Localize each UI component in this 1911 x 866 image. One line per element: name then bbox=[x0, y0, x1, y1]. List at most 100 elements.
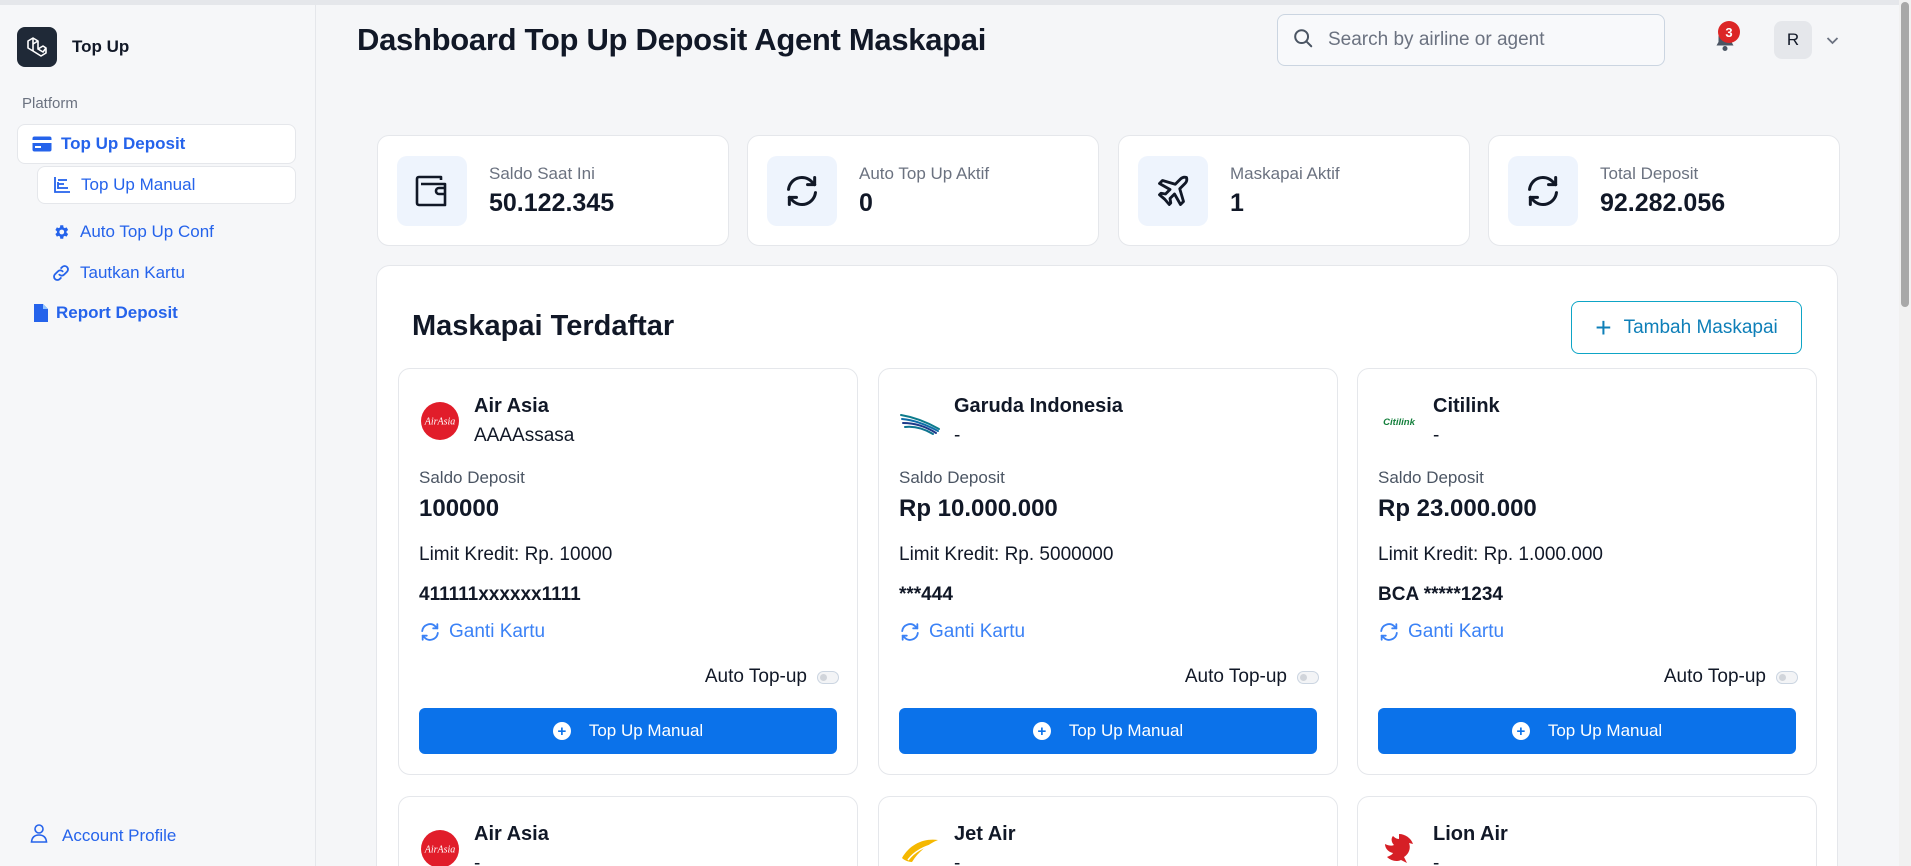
search-box[interactable] bbox=[1277, 14, 1665, 66]
lion-air-logo bbox=[1378, 828, 1420, 866]
airline-name: Garuda Indonesia bbox=[954, 395, 1123, 417]
change-card-link[interactable]: Ganti Kartu bbox=[1378, 621, 1504, 643]
chart-icon bbox=[51, 174, 73, 196]
airline-card: Jet Air - bbox=[878, 796, 1338, 866]
auto-topup-row: Auto Top-up bbox=[705, 666, 839, 688]
top-up-manual-button[interactable]: + Top Up Manual bbox=[419, 708, 837, 754]
citilink-logo: Citilink bbox=[1378, 400, 1420, 442]
auto-topup-row: Auto Top-up bbox=[1664, 666, 1798, 688]
sidebar-item-auto-top-up-conf[interactable]: Auto Top Up Conf bbox=[50, 221, 214, 243]
sidebar: Top Up Platform Top Up Deposit Top Up Ma… bbox=[0, 5, 316, 866]
account-profile-link[interactable]: Account Profile bbox=[30, 823, 176, 848]
document-icon bbox=[30, 302, 52, 324]
refresh-icon bbox=[421, 623, 439, 641]
auto-topup-label: Auto Top-up bbox=[704, 666, 807, 687]
sidebar-item-tautkan-kartu[interactable]: Tautkan Kartu bbox=[50, 262, 185, 284]
sidebar-item-label: Auto Top Up Conf bbox=[80, 222, 214, 241]
top-up-manual-label: Top Up Manual bbox=[588, 721, 704, 740]
user-icon bbox=[30, 823, 48, 848]
change-card-link[interactable]: Ganti Kartu bbox=[419, 621, 545, 643]
airline-card: Citilink Citilink - Saldo Deposit Rp 23.… bbox=[1357, 368, 1817, 775]
account-profile-label: Account Profile bbox=[62, 825, 177, 845]
svg-text:Citilink: Citilink bbox=[1383, 417, 1415, 428]
airline-card: AirAsia Air Asia AAAAssasa Saldo Deposit… bbox=[398, 368, 858, 775]
refresh-icon bbox=[1508, 156, 1578, 226]
refresh-icon bbox=[767, 156, 837, 226]
airline-card: Garuda Indonesia - Saldo Deposit Rp 10.0… bbox=[878, 368, 1338, 775]
auto-topup-label: Auto Top-up bbox=[1184, 666, 1287, 687]
airline-agent: - bbox=[1433, 853, 1440, 866]
add-airline-label: Tambah Maskapai bbox=[1623, 316, 1778, 338]
airasia-logo: AirAsia bbox=[419, 400, 461, 442]
stat-card-auto-top-up: Auto Top Up Aktif 0 bbox=[747, 135, 1099, 246]
card-number: 411111xxxxxx1111 bbox=[419, 584, 581, 605]
top-up-manual-button[interactable]: + Top Up Manual bbox=[899, 708, 1317, 754]
refresh-icon bbox=[1380, 623, 1398, 641]
stat-card-maskapai-aktif: Maskapai Aktif 1 bbox=[1118, 135, 1470, 246]
plus-circle-icon: + bbox=[1032, 722, 1051, 740]
search-input[interactable] bbox=[1328, 29, 1648, 51]
plus-circle-icon: + bbox=[1511, 722, 1530, 740]
airline-agent: - bbox=[1433, 425, 1440, 446]
airline-name: Air Asia bbox=[474, 395, 549, 417]
panel-title: Maskapai Terdaftar bbox=[412, 310, 675, 342]
saldo-value: 100000 bbox=[419, 495, 500, 522]
airline-name: Citilink bbox=[1433, 395, 1500, 417]
change-card-label: Ganti Kartu bbox=[929, 621, 1026, 642]
saldo-value: Rp 10.000.000 bbox=[899, 495, 1058, 522]
stat-label: Auto Top Up Aktif bbox=[859, 164, 990, 183]
credit-card-icon bbox=[31, 133, 53, 155]
card-number: ***444 bbox=[899, 584, 953, 605]
wallet-icon bbox=[397, 156, 467, 226]
stat-value: 92.282.056 bbox=[1600, 189, 1726, 217]
airline-agent: - bbox=[954, 853, 961, 866]
stat-label: Saldo Saat Ini bbox=[489, 164, 595, 183]
sidebar-item-label: Report Deposit bbox=[56, 303, 178, 322]
sidebar-item-label: Top Up Deposit bbox=[61, 134, 186, 153]
airline-name: Lion Air bbox=[1433, 823, 1508, 845]
airline-agent: - bbox=[954, 425, 961, 446]
sidebar-item-report-deposit[interactable]: Report Deposit bbox=[30, 302, 178, 324]
credit-limit: Limit Kredit: Rp. 10000 bbox=[419, 544, 613, 565]
airline-card: Lion Air - bbox=[1357, 796, 1817, 866]
saldo-label: Saldo Deposit bbox=[419, 468, 525, 487]
airline-card: AirAsia Air Asia - bbox=[398, 796, 858, 866]
auto-topup-toggle[interactable] bbox=[817, 670, 839, 684]
add-airline-button[interactable]: + Tambah Maskapai bbox=[1571, 301, 1802, 354]
top-up-manual-button[interactable]: + Top Up Manual bbox=[1378, 708, 1796, 754]
search-icon bbox=[1292, 27, 1314, 54]
sidebar-item-top-up-deposit[interactable]: Top Up Deposit bbox=[17, 124, 296, 164]
jet-air-logo bbox=[899, 828, 941, 866]
garuda-logo bbox=[899, 400, 941, 442]
saldo-label: Saldo Deposit bbox=[1378, 468, 1484, 487]
scrollbar-thumb[interactable] bbox=[1901, 2, 1909, 307]
gear-icon bbox=[50, 221, 72, 243]
sidebar-item-label: Top Up Manual bbox=[81, 175, 196, 194]
auto-topup-toggle[interactable] bbox=[1776, 670, 1798, 684]
avatar[interactable]: R bbox=[1774, 21, 1812, 59]
airline-agent: AAAAssasa bbox=[474, 425, 575, 446]
stat-value: 50.122.345 bbox=[489, 189, 615, 217]
notification-badge: 3 bbox=[1718, 21, 1740, 43]
top-up-manual-label: Top Up Manual bbox=[1068, 721, 1184, 740]
brand[interactable]: Top Up bbox=[17, 27, 129, 67]
refresh-icon bbox=[901, 623, 919, 641]
airline-agent: - bbox=[474, 853, 481, 866]
auto-topup-row: Auto Top-up bbox=[1185, 666, 1319, 688]
airline-name: Air Asia bbox=[474, 823, 549, 845]
plus-icon: + bbox=[1595, 311, 1612, 343]
auto-topup-toggle[interactable] bbox=[1297, 670, 1319, 684]
sidebar-item-label: Tautkan Kartu bbox=[80, 263, 185, 282]
change-card-link[interactable]: Ganti Kartu bbox=[899, 621, 1025, 643]
credit-limit: Limit Kredit: Rp. 1.000.000 bbox=[1378, 544, 1603, 565]
app-name: Top Up bbox=[72, 37, 130, 56]
chevron-down-icon[interactable] bbox=[1826, 32, 1839, 50]
app-logo-icon bbox=[17, 27, 57, 67]
card-number: BCA *****1234 bbox=[1378, 584, 1503, 605]
change-card-label: Ganti Kartu bbox=[449, 621, 546, 642]
page-title: Dashboard Top Up Deposit Agent Maskapai bbox=[357, 22, 987, 57]
sidebar-item-top-up-manual[interactable]: Top Up Manual bbox=[37, 166, 296, 204]
stat-label: Maskapai Aktif bbox=[1230, 164, 1340, 183]
svg-text:AirAsia: AirAsia bbox=[424, 417, 456, 428]
change-card-label: Ganti Kartu bbox=[1408, 621, 1505, 642]
